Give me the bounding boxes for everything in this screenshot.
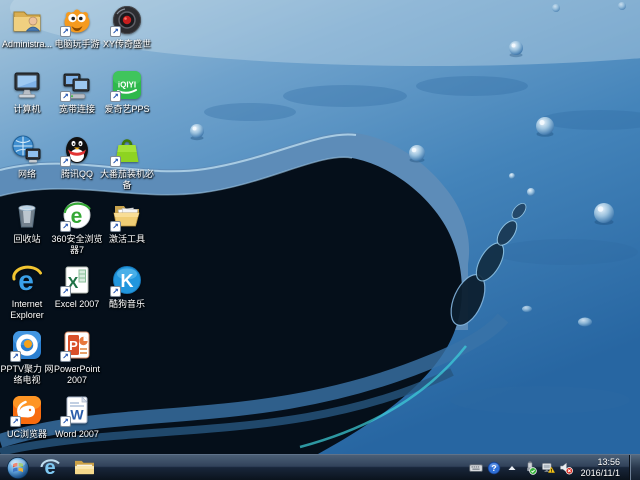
desktop-icon-360-secure-browser[interactable]: e ↗ 360安全浏览器7 [51, 199, 103, 263]
shortcut-arrow-icon: ↗ [60, 156, 71, 167]
tomato-essentials-icon: ↗ [110, 134, 143, 167]
shortcut-arrow-icon: ↗ [110, 26, 121, 37]
network-icon [11, 134, 43, 166]
uc-browser-icon: ↗ [10, 394, 43, 427]
shortcut-arrow-icon: ↗ [60, 286, 71, 297]
computer-icon [11, 69, 43, 101]
iqiyi-pps-icon: iQIYI ↗ [110, 69, 143, 102]
shortcut-arrow-icon: ↗ [60, 26, 71, 37]
shortcut-arrow-icon: ↗ [60, 221, 71, 232]
shortcut-arrow-icon: ↗ [10, 351, 21, 362]
system-tray: ? 13:56 2016/11/1 [469, 457, 629, 479]
safely-remove-hardware-icon[interactable] [523, 459, 538, 477]
show-desktop-button[interactable] [629, 454, 640, 480]
desktop-icon-internet-explorer[interactable]: e Internet Explorer [2, 264, 52, 328]
help-tray-icon[interactable]: ? [487, 459, 502, 477]
svg-text:iQIYI: iQIYI [118, 81, 136, 90]
desktop-icon-label: Excel 2007 [54, 299, 100, 309]
shortcut-arrow-icon: ↗ [110, 286, 121, 297]
kugou-music-icon: K ↗ [110, 264, 143, 297]
desktop-icon-uc-browser[interactable]: ↗ UC浏览器 [2, 394, 52, 454]
word-2007-icon: W ↗ [60, 394, 93, 427]
desktop-icon-tomato-essentials[interactable]: ↗ 大番茄装机必备 [99, 134, 154, 198]
shortcut-arrow-icon: ↗ [60, 416, 71, 427]
show-hidden-icons-button[interactable] [505, 459, 520, 477]
desktop-icon-activation-tool[interactable]: ↗ 激活工具 [102, 199, 152, 263]
desktop-icon-label: PPTV聚力 网络电视 [0, 364, 54, 385]
desktop-icon-label: 宽带连接 [58, 104, 95, 114]
powerpoint-2007-icon: P ↗ [60, 329, 93, 362]
desktop-icon-excel-2007[interactable]: X ↗ Excel 2007 [52, 264, 102, 328]
shortcut-arrow-icon: ↗ [110, 221, 121, 232]
input-method-icon[interactable] [469, 459, 484, 477]
volume-muted-icon[interactable] [559, 459, 574, 477]
desktop-icon-iqiyi-pps[interactable]: iQIYI ↗ 爱奇艺PPS [102, 69, 152, 133]
desktop-icon-label: Word 2007 [55, 429, 99, 439]
desktop-icon-label: 大番茄装机必备 [99, 169, 154, 190]
desktop-icon-word-2007[interactable]: W ↗ Word 2007 [52, 394, 102, 454]
desktop-icon-computer[interactable]: 计算机 [2, 69, 52, 133]
taskbar: e ? 13:56 2016/11/1 [0, 454, 640, 480]
desktop-icon-powerpoint-2007[interactable]: P ↗ PowerPoint 2007 [52, 329, 102, 393]
tencent-qq-icon: ↗ [60, 134, 93, 167]
desktop-icon-recycle-bin[interactable]: 回收站 [2, 199, 52, 263]
shortcut-arrow-icon: ↗ [60, 351, 71, 362]
desktop-icon-label: Internet Explorer [10, 299, 44, 320]
broadband-connection-icon: ↗ [60, 69, 93, 102]
pc-mobile-game-icon: ↗ [60, 4, 93, 37]
svg-text:K: K [121, 271, 134, 291]
desktop-icon-label: 电脑玩手游 [54, 39, 100, 49]
desktop-icon-label: 网络 [17, 169, 36, 179]
start-button[interactable] [3, 455, 33, 480]
desktop-icon-xy-legend-game[interactable]: ↗ XY传奇盛世 [102, 4, 152, 68]
shortcut-arrow-icon: ↗ [110, 91, 121, 102]
desktop-icon-tencent-qq[interactable]: ↗ 腾讯QQ [52, 134, 102, 198]
desktop-icon-label: 360安全浏览器7 [51, 234, 103, 255]
shortcut-arrow-icon: ↗ [60, 91, 71, 102]
network-warning-icon[interactable] [541, 459, 556, 477]
desktop-icon-label: XY传奇盛世 [102, 39, 151, 49]
shortcut-arrow-icon: ↗ [110, 156, 121, 167]
activation-tool-icon: ↗ [110, 199, 143, 232]
recycle-bin-icon [11, 199, 43, 231]
taskbar-ie-button[interactable]: e [33, 455, 67, 480]
taskbar-explorer-button[interactable] [67, 455, 101, 480]
desktop-icon-label: 腾讯QQ [60, 169, 93, 179]
desktop-icon-label: UC浏览器 [7, 429, 47, 439]
administrator-folder-icon [11, 4, 43, 36]
desktop-icon-broadband-connection[interactable]: ↗ 宽带连接 [52, 69, 102, 133]
desktop-icon-label: 回收站 [13, 234, 41, 244]
desktop-icon-label: 爱奇艺PPS [104, 104, 150, 114]
svg-text:W: W [70, 407, 84, 423]
tray-clock[interactable]: 13:56 2016/11/1 [577, 457, 625, 479]
desktop-icon-label: 激活工具 [108, 234, 145, 244]
desktop-icon-pptv[interactable]: ↗ PPTV聚力 网络电视 [0, 329, 54, 393]
desktop-icon-kugou-music[interactable]: K ↗ 酷狗音乐 [102, 264, 152, 328]
desktop-icon-label: PowerPoint 2007 [53, 364, 101, 385]
svg-text:e: e [71, 205, 83, 228]
internet-explorer-icon: e [11, 264, 43, 296]
clock-date: 2016/11/1 [580, 467, 620, 478]
desktop-icon-label: Administra... [1, 39, 52, 49]
360-secure-browser-icon: e ↗ [60, 199, 93, 232]
desktop-icon-label: 计算机 [13, 104, 41, 114]
desktop: Administra... ↗ 电脑玩手游 ↗ XY传奇盛世 计算机 ↗ 宽带连接 iQIYI ↗… [0, 0, 640, 454]
desktop-icon-label: 酷狗音乐 [108, 299, 145, 309]
clock-time: 13:56 [597, 456, 620, 467]
svg-text:?: ? [492, 463, 497, 473]
xy-legend-game-icon: ↗ [110, 4, 143, 37]
desktop-icon-grid: Administra... ↗ 电脑玩手游 ↗ XY传奇盛世 计算机 ↗ 宽带连接 iQIYI ↗… [0, 0, 640, 454]
desktop-icon-administrator-folder[interactable]: Administra... [2, 4, 52, 68]
excel-2007-icon: X ↗ [60, 264, 93, 297]
pptv-icon: ↗ [10, 329, 43, 362]
shortcut-arrow-icon: ↗ [10, 416, 21, 427]
desktop-icon-network[interactable]: 网络 [2, 134, 52, 198]
desktop-icon-pc-mobile-game[interactable]: ↗ 电脑玩手游 [52, 4, 102, 68]
